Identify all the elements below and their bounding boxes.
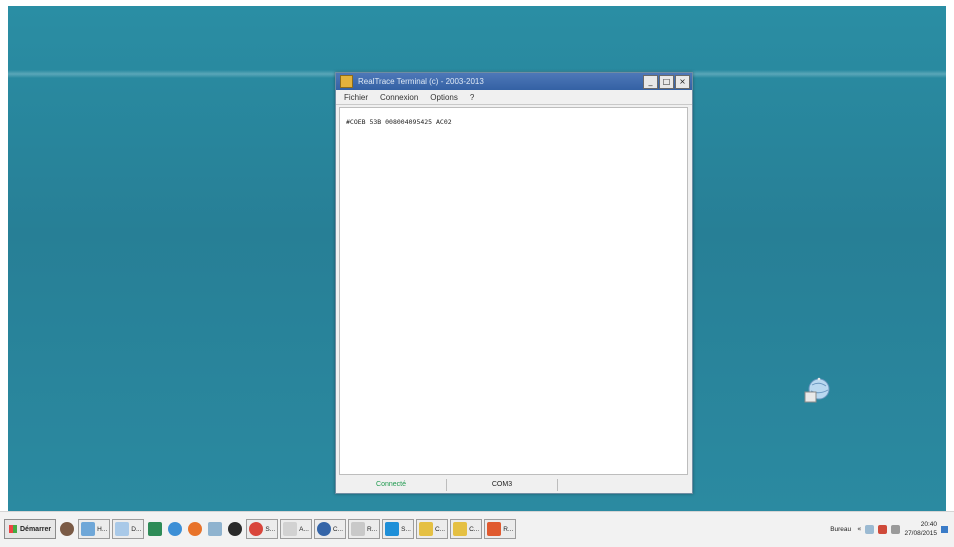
bureau-toolbar[interactable]: Bureau [828, 520, 853, 538]
taskbar-item[interactable]: H... [78, 519, 111, 539]
excel-icon [148, 522, 163, 536]
taskbar-item[interactable]: S... [246, 519, 279, 539]
taskbar-items: Démarrer H... D... S... A... C... R... S... C..… [4, 519, 517, 539]
minimize-button[interactable]: _ [643, 75, 658, 89]
taskbar-item[interactable]: C... [450, 519, 483, 539]
app-icon [283, 522, 298, 536]
taskbar-item-label: R... [503, 525, 514, 533]
connection-status: Connecté [376, 481, 406, 488]
app-icon [487, 522, 502, 536]
document-icon [208, 522, 223, 536]
clock-date: 27/08/2015 [904, 530, 937, 537]
taskbar-item[interactable] [226, 520, 244, 538]
status-bar: Connecté COM3 [336, 476, 692, 493]
windows-logo-icon [9, 525, 17, 533]
terminal-window[interactable]: RealTrace Terminal (c) - 2003-2013 _ □ ×… [335, 72, 693, 494]
taskbar-item[interactable] [166, 520, 184, 538]
show-desktop-button[interactable] [941, 525, 948, 533]
terminal-output[interactable]: #COEB 53B 008004095425 AC02 [339, 107, 688, 475]
taskbar-item-label: C... [332, 525, 344, 533]
taskbar: Démarrer H... D... S... A... C... R... S... C..… [0, 511, 954, 547]
taskbar-item[interactable]: D... [112, 519, 145, 539]
taskbar-item-label: D... [131, 525, 142, 533]
menu-options[interactable]: Options [430, 93, 458, 102]
taskbar-item[interactable]: C... [313, 519, 347, 539]
title-bar[interactable]: RealTrace Terminal (c) - 2003-2013 _ □ × [336, 73, 692, 90]
network-globe-icon[interactable] [802, 376, 832, 406]
app-icon [316, 522, 331, 536]
taskbar-item[interactable] [146, 520, 164, 538]
taskbar-item[interactable]: S... [382, 519, 414, 539]
taskbar-item[interactable]: R... [484, 519, 517, 539]
port-status: COM3 [491, 481, 513, 488]
app-icon [351, 522, 366, 536]
paint-icon [115, 522, 130, 536]
taskbar-item[interactable]: C... [415, 519, 449, 539]
app-icon [340, 75, 353, 88]
taskbar-item[interactable] [186, 520, 204, 538]
folder-icon [453, 522, 468, 536]
clock-time: 20:40 [920, 521, 937, 528]
system-tray: Bureau « 20:40 27/08/2015 [828, 518, 948, 540]
status-separator [557, 478, 558, 491]
start-label: Démarrer [20, 525, 52, 533]
taskbar-item-label: C... [434, 525, 446, 533]
tray-expand-icon[interactable]: « [857, 525, 861, 533]
terminal-line: #COEB 53B 008004095425 AC02 [346, 118, 452, 126]
menu-help[interactable]: ? [470, 93, 474, 102]
taskbar-item-label: S... [401, 525, 411, 533]
taskbar-item-label: A... [299, 525, 309, 533]
taskbar-item-label: C... [469, 525, 480, 533]
folder-icon [418, 522, 433, 536]
user-icon [60, 522, 75, 536]
taskbar-item-label: H... [97, 525, 108, 533]
ie-icon [168, 522, 183, 536]
taskbar-item[interactable]: A... [280, 519, 312, 539]
skype-icon [385, 522, 400, 536]
taskbar-item-label: S... [265, 525, 276, 533]
start-button[interactable]: Démarrer [4, 519, 57, 539]
volume-tray-icon[interactable] [891, 524, 901, 534]
chrome-icon [249, 522, 264, 536]
menu-fichier[interactable]: Fichier [344, 93, 368, 102]
firefox-icon [188, 522, 203, 536]
app-icon [81, 522, 96, 536]
network-tray-icon[interactable] [865, 524, 875, 534]
taskbar-item-label: R... [367, 525, 378, 533]
menu-connexion[interactable]: Connexion [380, 93, 418, 102]
window-title: RealTrace Terminal (c) - 2003-2013 [358, 77, 484, 86]
clock[interactable]: 20:40 27/08/2015 [904, 520, 937, 538]
close-button[interactable]: × [675, 75, 690, 89]
taskbar-item[interactable]: R... [348, 519, 381, 539]
security-tray-icon[interactable] [878, 524, 888, 534]
menu-bar: Fichier Connexion Options ? [336, 90, 692, 105]
caption-buttons: _ □ × [643, 75, 690, 89]
maximize-button[interactable]: □ [659, 75, 674, 89]
taskbar-item[interactable] [58, 520, 76, 538]
media-icon [228, 522, 243, 536]
taskbar-item[interactable] [206, 520, 224, 538]
